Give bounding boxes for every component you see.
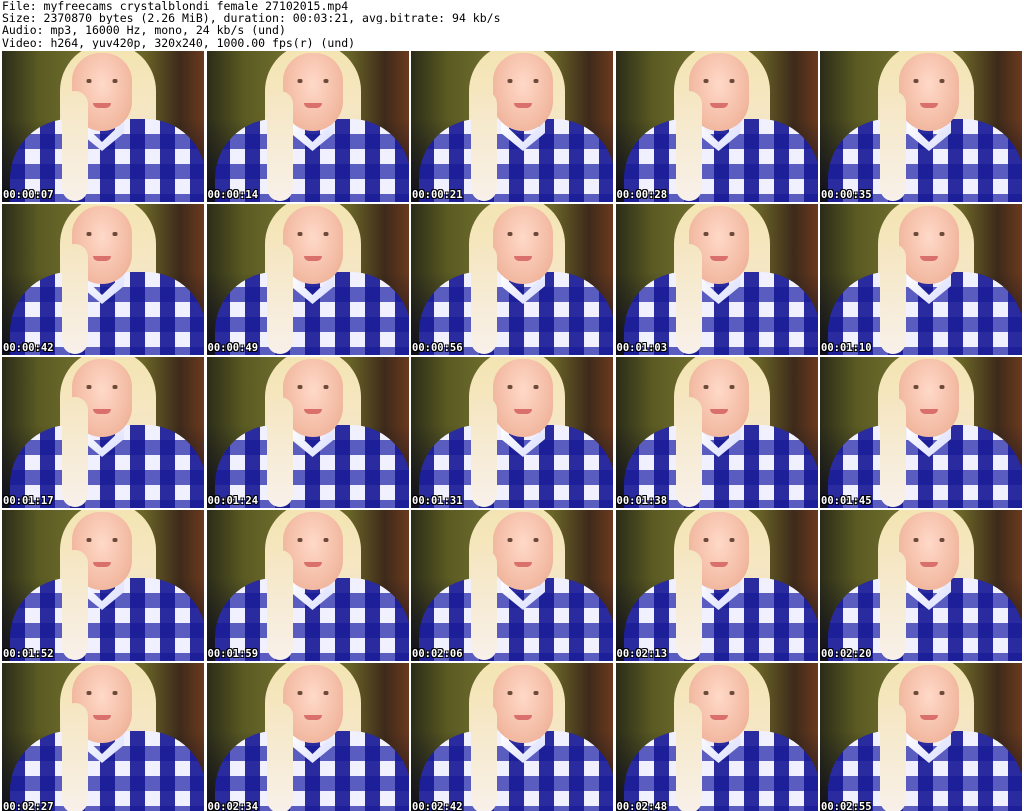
hair-strand-shape (675, 550, 702, 660)
video-thumbnail-18: 00:02:06 (411, 510, 613, 661)
hair-strand-shape (471, 703, 497, 811)
frame-timestamp: 00:01:45 (821, 495, 872, 507)
hair-strand-shape (266, 703, 293, 811)
video-thumbnail-10: 00:01:10 (820, 204, 1022, 355)
video-thumbnail-17: 00:01:59 (206, 510, 409, 661)
video-thumbnail-3: 00:00:21 (411, 51, 613, 202)
face-shape (899, 53, 959, 131)
frame-timestamp: 00:00:49 (207, 342, 259, 354)
face-shape (899, 665, 959, 743)
hair-strand-shape (62, 397, 88, 507)
face-shape (899, 206, 959, 284)
video-thumbnail-20: 00:02:20 (820, 510, 1022, 661)
frame-timestamp: 00:02:34 (207, 801, 259, 811)
hair-strand-shape (62, 91, 88, 201)
hair-strand-shape (62, 244, 88, 354)
hair-strand-shape (471, 91, 497, 201)
frame-timestamp: 00:00:28 (616, 189, 668, 201)
video-thumbnail-7: 00:00:49 (206, 204, 409, 355)
frame-timestamp: 00:02:20 (821, 648, 872, 660)
hair-strand-shape (266, 91, 293, 201)
face-shape (493, 512, 553, 590)
frame-timestamp: 00:02:06 (412, 648, 463, 660)
frame-timestamp: 00:01:10 (821, 342, 872, 354)
file-size-line: Size: 2370870 bytes (2.26 MiB), duration… (2, 12, 501, 25)
frame-timestamp: 00:01:52 (3, 648, 54, 660)
video-thumbnail-22: 00:02:34 (206, 663, 409, 811)
hair-strand-shape (471, 550, 497, 660)
frame-timestamp: 00:01:31 (412, 495, 463, 507)
file-name-line: File: myfreecams_crystalblondi_female_27… (2, 0, 349, 13)
video-thumbnail-23: 00:02:42 (411, 663, 613, 811)
video-thumbnail-25: 00:02:55 (820, 663, 1022, 811)
video-thumbnail-12: 00:01:24 (206, 357, 409, 508)
frame-timestamp: 00:00:21 (412, 189, 463, 201)
video-thumbnail-6: 00:00:42 (2, 204, 204, 355)
hair-strand-shape (471, 397, 497, 507)
frame-timestamp: 00:00:35 (821, 189, 872, 201)
video-thumbnail-5: 00:00:35 (820, 51, 1022, 202)
frame-timestamp: 00:02:55 (821, 801, 872, 811)
frame-timestamp: 00:00:42 (3, 342, 54, 354)
video-thumbnail-14: 00:01:38 (615, 357, 818, 508)
video-info-line: Video: h264, yuv420p, 320x240, 1000.00 f… (2, 36, 356, 49)
hair-strand-shape (675, 244, 702, 354)
video-thumbnail-19: 00:02:13 (615, 510, 818, 661)
face-shape (899, 512, 959, 590)
video-thumbnail-1: 00:00:07 (2, 51, 204, 202)
video-thumbnail-24: 00:02:48 (615, 663, 818, 811)
frame-timestamp: 00:01:03 (616, 342, 668, 354)
frame-timestamp: 00:02:13 (616, 648, 668, 660)
plaid-shirt-shape (828, 731, 1022, 811)
contact-sheet: File: myfreecams_crystalblondi_female_27… (0, 0, 1024, 811)
hair-strand-shape (880, 244, 906, 354)
hair-strand-shape (266, 550, 293, 660)
frame-timestamp: 00:00:14 (207, 189, 259, 201)
plaid-shirt-shape (419, 731, 613, 811)
frame-timestamp: 00:01:24 (207, 495, 259, 507)
hair-strand-shape (266, 244, 293, 354)
video-thumbnail-13: 00:01:31 (411, 357, 613, 508)
file-info-header: File: myfreecams_crystalblondi_female_27… (2, 0, 1022, 50)
face-shape (493, 206, 553, 284)
thumbnail-grid: 00:00:07 00:00:14 00:00:21 00:00:28 00:0… (2, 51, 1022, 811)
plaid-shirt-shape (623, 731, 818, 811)
video-thumbnail-2: 00:00:14 (206, 51, 409, 202)
frame-timestamp: 00:02:48 (616, 801, 668, 811)
hair-strand-shape (880, 91, 906, 201)
video-thumbnail-4: 00:00:28 (615, 51, 818, 202)
plaid-shirt-shape (10, 731, 204, 811)
hair-strand-shape (675, 91, 702, 201)
hair-strand-shape (471, 244, 497, 354)
video-thumbnail-9: 00:01:03 (615, 204, 818, 355)
hair-strand-shape (675, 397, 702, 507)
video-thumbnail-11: 00:01:17 (2, 357, 204, 508)
hair-strand-shape (880, 703, 906, 811)
frame-timestamp: 00:01:38 (616, 495, 668, 507)
face-shape (493, 359, 553, 437)
face-shape (493, 53, 553, 131)
frame-timestamp: 00:02:42 (412, 801, 463, 811)
frame-timestamp: 00:02:27 (3, 801, 54, 811)
hair-strand-shape (62, 703, 88, 811)
video-thumbnail-15: 00:01:45 (820, 357, 1022, 508)
hair-strand-shape (675, 703, 702, 811)
audio-info-line: Audio: mp3, 16000 Hz, mono, 24 kb/s (und… (2, 24, 286, 37)
video-thumbnail-16: 00:01:52 (2, 510, 204, 661)
hair-strand-shape (266, 397, 293, 507)
face-shape (493, 665, 553, 743)
frame-timestamp: 00:00:56 (412, 342, 463, 354)
plaid-shirt-shape (214, 731, 409, 811)
hair-strand-shape (880, 550, 906, 660)
frame-timestamp: 00:01:17 (3, 495, 54, 507)
hair-strand-shape (880, 397, 906, 507)
video-thumbnail-21: 00:02:27 (2, 663, 204, 811)
face-shape (899, 359, 959, 437)
frame-timestamp: 00:01:59 (207, 648, 259, 660)
hair-strand-shape (62, 550, 88, 660)
video-thumbnail-8: 00:00:56 (411, 204, 613, 355)
frame-timestamp: 00:00:07 (3, 189, 54, 201)
